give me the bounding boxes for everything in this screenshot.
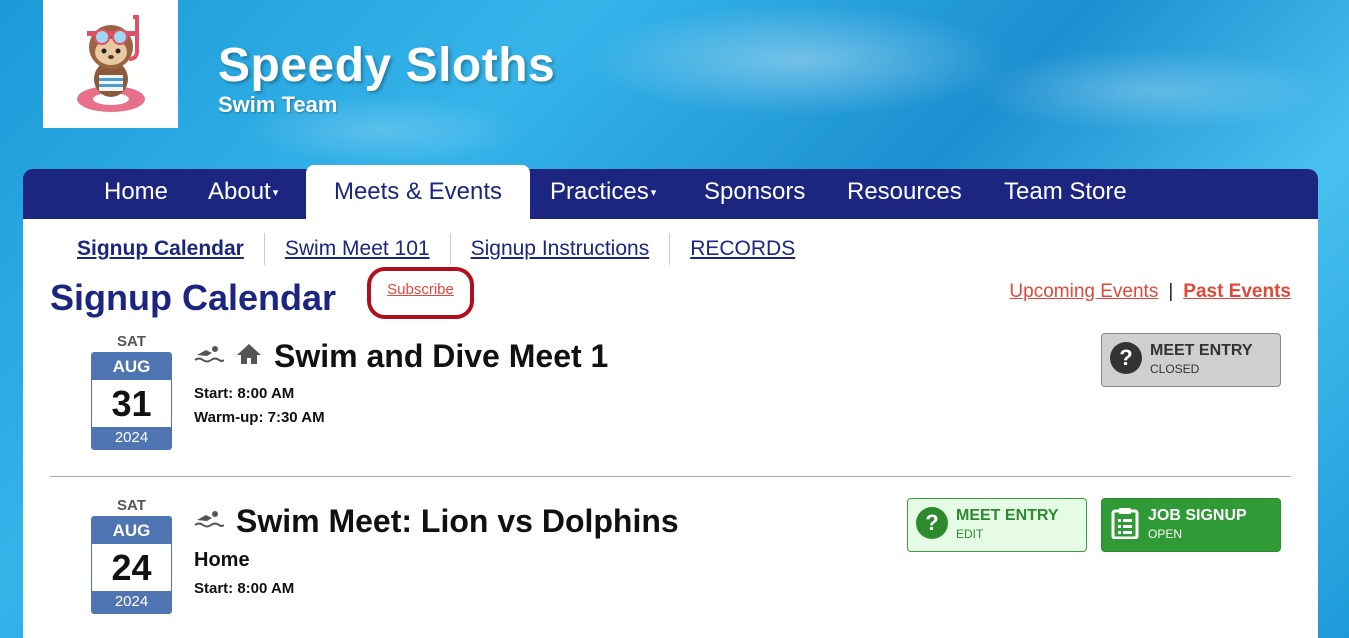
event-weekday: SAT xyxy=(117,333,146,350)
nav-sponsors-label: Sponsors xyxy=(704,178,806,205)
swimmer-icon xyxy=(194,344,225,369)
nav-resources[interactable]: Resources xyxy=(847,169,962,219)
date-box: AUG 24 2024 xyxy=(91,516,172,614)
job-signup-open-button[interactable]: JOB SIGNUP OPEN xyxy=(1101,498,1281,552)
subscribe-highlight: Subscribe xyxy=(367,267,474,319)
event-month: AUG xyxy=(92,517,171,544)
sloth-mascot-icon xyxy=(76,14,145,112)
meet-entry-status: EDIT xyxy=(956,527,984,541)
nav-sponsors[interactable]: Sponsors xyxy=(704,169,805,219)
subnav-signup-calendar[interactable]: Signup Calendar xyxy=(57,233,265,265)
page-title: Signup Calendar xyxy=(50,277,337,318)
event-title-row: Swim and Dive Meet 1 xyxy=(194,338,608,375)
chevron-down-icon: ▾ xyxy=(650,186,657,199)
event-date-card: SAT AUG 31 2024 xyxy=(91,332,172,450)
event-month: AUG xyxy=(92,353,171,380)
event-title[interactable]: Swim and Dive Meet 1 xyxy=(274,338,608,375)
swimmer-icon xyxy=(194,509,225,534)
meet-entry-closed-button[interactable]: ? MEET ENTRY CLOSED xyxy=(1101,333,1281,387)
job-signup-label: JOB SIGNUP xyxy=(1148,507,1247,524)
nav-team-store-label: Team Store xyxy=(1004,178,1127,205)
event-title-row: Swim Meet: Lion vs Dolphins xyxy=(194,503,679,540)
main-nav: Home About ▾ Meets & Events Practices ▾ Sp… xyxy=(23,165,1318,219)
nav-about-label: About xyxy=(208,178,271,205)
nav-home[interactable]: Home xyxy=(104,169,168,219)
job-signup-status: OPEN xyxy=(1148,527,1183,541)
svg-text:?: ? xyxy=(925,510,938,535)
event-weekday: SAT xyxy=(117,497,146,514)
event-year: 2024 xyxy=(92,427,171,449)
question-icon: ? xyxy=(916,506,948,544)
meet-entry-status: CLOSED xyxy=(1150,362,1200,376)
event-day: 24 xyxy=(92,544,171,591)
event-warmup-time: Warm-up: 7:30 AM xyxy=(194,409,325,426)
past-events-link[interactable]: Past Events xyxy=(1183,281,1291,302)
team-name[interactable]: Speedy Sloths xyxy=(218,40,555,92)
team-logo[interactable] xyxy=(43,0,178,128)
upcoming-events-link[interactable]: Upcoming Events xyxy=(1009,281,1158,302)
event-date-card: SAT AUG 24 2024 xyxy=(91,496,172,614)
nav-practices-label: Practices xyxy=(550,178,649,205)
svg-text:?: ? xyxy=(1119,345,1132,370)
clipboard-icon xyxy=(1110,507,1140,544)
subnav-records[interactable]: RECORDS xyxy=(670,233,815,265)
event-filter-links: Upcoming Events | Past Events xyxy=(1009,281,1291,303)
team-subtitle: Swim Team xyxy=(218,92,338,117)
nav-practices[interactable]: Practices ▾ xyxy=(550,169,656,219)
question-icon: ? xyxy=(1110,341,1142,379)
event-start-time: Start: 8:00 AM xyxy=(194,580,295,597)
nav-about[interactable]: About ▾ xyxy=(208,169,278,219)
home-icon xyxy=(236,343,262,370)
site-brand: Speedy Sloths Swim Team xyxy=(218,40,555,118)
subnav-signup-instructions[interactable]: Signup Instructions xyxy=(451,233,671,265)
subscribe-link[interactable]: Subscribe xyxy=(387,281,454,298)
event-divider xyxy=(50,476,1291,477)
nav-team-store[interactable]: Team Store xyxy=(1004,169,1127,219)
meet-entry-edit-button[interactable]: ? MEET ENTRY EDIT xyxy=(907,498,1087,552)
link-separator: | xyxy=(1168,281,1174,302)
main-content: Signup Calendar Swim Meet 101 Signup Ins… xyxy=(23,219,1318,638)
nav-meets-events[interactable]: Meets & Events xyxy=(306,165,530,219)
nav-meets-events-label: Meets & Events xyxy=(333,178,503,205)
meet-entry-label: MEET ENTRY xyxy=(1150,342,1253,359)
subnav-swim-meet-101[interactable]: Swim Meet 101 xyxy=(265,233,451,265)
meet-entry-label: MEET ENTRY xyxy=(956,507,1059,524)
nav-resources-label: Resources xyxy=(847,178,962,205)
event-title[interactable]: Swim Meet: Lion vs Dolphins xyxy=(236,503,679,540)
sub-navigation: Signup Calendar Swim Meet 101 Signup Ins… xyxy=(57,233,815,265)
event-day: 31 xyxy=(92,380,171,427)
event-start-time: Start: 8:00 AM xyxy=(194,385,295,402)
event-year: 2024 xyxy=(92,591,171,613)
nav-home-label: Home xyxy=(104,178,169,205)
date-box: AUG 31 2024 xyxy=(91,352,172,450)
event-location: Home xyxy=(194,549,250,571)
chevron-down-icon: ▾ xyxy=(272,186,279,199)
